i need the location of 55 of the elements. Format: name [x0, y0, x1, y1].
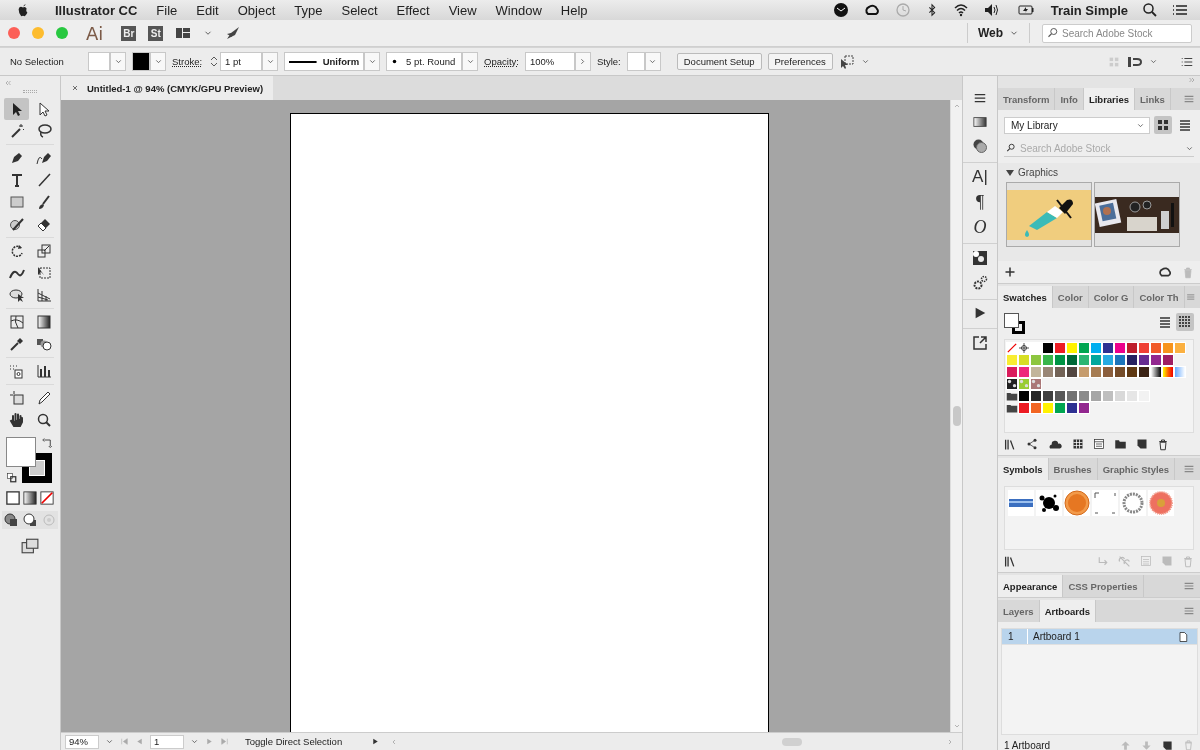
style-label: Style: — [596, 56, 621, 67]
artboard-number: 1 — [1002, 629, 1028, 644]
menu-item[interactable]: Select — [341, 2, 378, 18]
panel-tab[interactable]: Color — [1052, 286, 1089, 308]
zoom-field[interactable]: 94% — [65, 734, 99, 749]
artboard-name: Artboard 1 — [1032, 631, 1081, 642]
toolbar-button[interactable]: Preferences — [767, 53, 833, 70]
panel-tab[interactable]: Color G — [1088, 286, 1135, 308]
workspace-switcher[interactable]: Web — [966, 23, 1030, 43]
selection-label: No Selection — [10, 56, 65, 67]
opacity-label[interactable]: Opacity: — [484, 56, 519, 67]
panel-tab[interactable]: Graphic Styles — [1097, 458, 1176, 480]
panel-tab[interactable]: Transform — [998, 88, 1056, 110]
menu-item[interactable]: Help — [560, 2, 588, 18]
panel-tab[interactable]: Info — [1055, 88, 1084, 110]
panel-tab[interactable]: Artboards — [1039, 600, 1097, 622]
opacity-field[interactable]: 100% — [524, 52, 575, 71]
menu-item[interactable]: View — [448, 2, 477, 18]
menu-item[interactable]: Type — [294, 2, 323, 18]
section-title[interactable]: Graphics — [1018, 167, 1058, 178]
panel-tab[interactable]: Appearance — [998, 575, 1064, 597]
app-logo: Ai — [86, 22, 104, 44]
paragraph-panel-button[interactable]: ¶ — [975, 194, 985, 210]
panel-tab[interactable]: Symbols — [998, 458, 1049, 480]
artboard-count: 1 Artboard — [1004, 739, 1052, 750]
stock-search-field[interactable]: Search Adobe Stock — [1042, 23, 1192, 43]
status-text: Toggle Direct Selection — [244, 736, 344, 747]
panel-tab[interactable]: Color Th — [1134, 286, 1185, 308]
panel-tab[interactable]: Swatches — [998, 286, 1053, 308]
menu-item[interactable]: File — [156, 2, 178, 18]
panel-tab[interactable]: Brushes — [1048, 458, 1098, 480]
menu-item[interactable]: Object — [237, 2, 276, 18]
panel-tab[interactable]: Links — [1135, 88, 1171, 110]
brush-dropdown[interactable]: 5 pt. Round — [386, 52, 463, 71]
document-tab[interactable]: Untitled-1 @ 94% (CMYK/GPU Preview) — [61, 76, 274, 100]
library-dropdown[interactable]: My Library — [1004, 116, 1150, 134]
profile-dropdown[interactable]: Uniform — [284, 52, 365, 71]
artboard-field[interactable]: 1 — [150, 734, 184, 749]
app-launcher[interactable]: St — [148, 25, 164, 41]
character-panel-button[interactable]: A| — [972, 169, 988, 185]
stroke-label[interactable]: Stroke: — [172, 56, 203, 67]
artboard-row[interactable]: 1 Artboard 1 — [1002, 629, 1197, 645]
panel-tab[interactable]: Layers — [998, 600, 1040, 622]
app-launcher[interactable]: Br — [121, 25, 137, 41]
app-name[interactable]: Illustrator CC — [55, 2, 138, 18]
panel-tab[interactable]: Libraries — [1083, 88, 1136, 110]
menu-item[interactable]: Window — [495, 2, 542, 18]
user-name[interactable]: Train Simple — [1050, 2, 1128, 18]
menu-item[interactable]: Effect — [396, 2, 430, 18]
toolbar-button[interactable]: Document Setup — [676, 53, 762, 70]
stroke-weight-field[interactable]: 1 pt — [220, 52, 263, 71]
opentype-panel-button[interactable]: O — [973, 219, 987, 235]
panel-tab[interactable]: CSS Properties — [1063, 575, 1144, 597]
menu-item[interactable]: Edit — [196, 2, 219, 18]
document-title: Untitled-1 @ 94% (CMYK/GPU Preview) — [87, 82, 264, 94]
